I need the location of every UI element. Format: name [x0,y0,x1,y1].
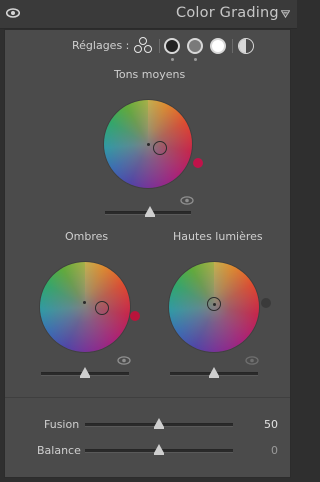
eye-icon[interactable] [117,356,131,365]
slider-thumb[interactable] [209,367,219,378]
shadows-mode-icon[interactable] [164,38,180,54]
highlights-mode-icon[interactable] [210,38,226,54]
slider-thumb[interactable] [145,206,155,217]
balance-label: Balance [37,444,81,457]
triangle-down-icon[interactable] [281,10,290,18]
eye-icon[interactable] [6,8,20,18]
separator [159,39,160,53]
blending-value[interactable]: 50 [250,418,278,431]
shadows-label: Ombres [65,230,109,243]
wheel-center-marker [212,302,216,306]
balance-value[interactable]: 0 [250,444,278,457]
three-way-icon[interactable] [133,37,153,55]
adjust-label: Réglages : [72,39,130,52]
shadows-handle[interactable] [95,301,109,315]
blending-label: Fusion [44,418,80,431]
wheel-center-marker [83,301,86,304]
color-grading-panel [4,29,291,478]
eye-icon[interactable] [245,356,259,365]
wheel-center-marker [147,143,150,146]
highlights-label: Hautes lumières [173,230,263,243]
midtones-handle[interactable] [153,141,167,155]
panel-header: Color Grading [0,0,297,29]
divider [5,397,290,398]
midtones-label: Tons moyens [114,68,186,81]
midtones-mode-icon[interactable] [187,38,203,54]
shadows-color-wheel[interactable] [40,262,130,352]
eye-icon[interactable] [180,196,194,205]
panel-title: Color Grading [176,5,279,21]
slider-thumb[interactable] [80,367,90,378]
separator [232,39,233,53]
global-mode-icon[interactable] [238,38,254,54]
indicator-dot [194,58,197,61]
indicator-dot [171,58,174,61]
midtones-color-swatch[interactable] [193,158,203,168]
highlights-color-swatch[interactable] [261,298,271,308]
slider-thumb[interactable] [154,418,164,429]
shadows-color-swatch[interactable] [130,311,140,321]
slider-thumb[interactable] [154,444,164,455]
